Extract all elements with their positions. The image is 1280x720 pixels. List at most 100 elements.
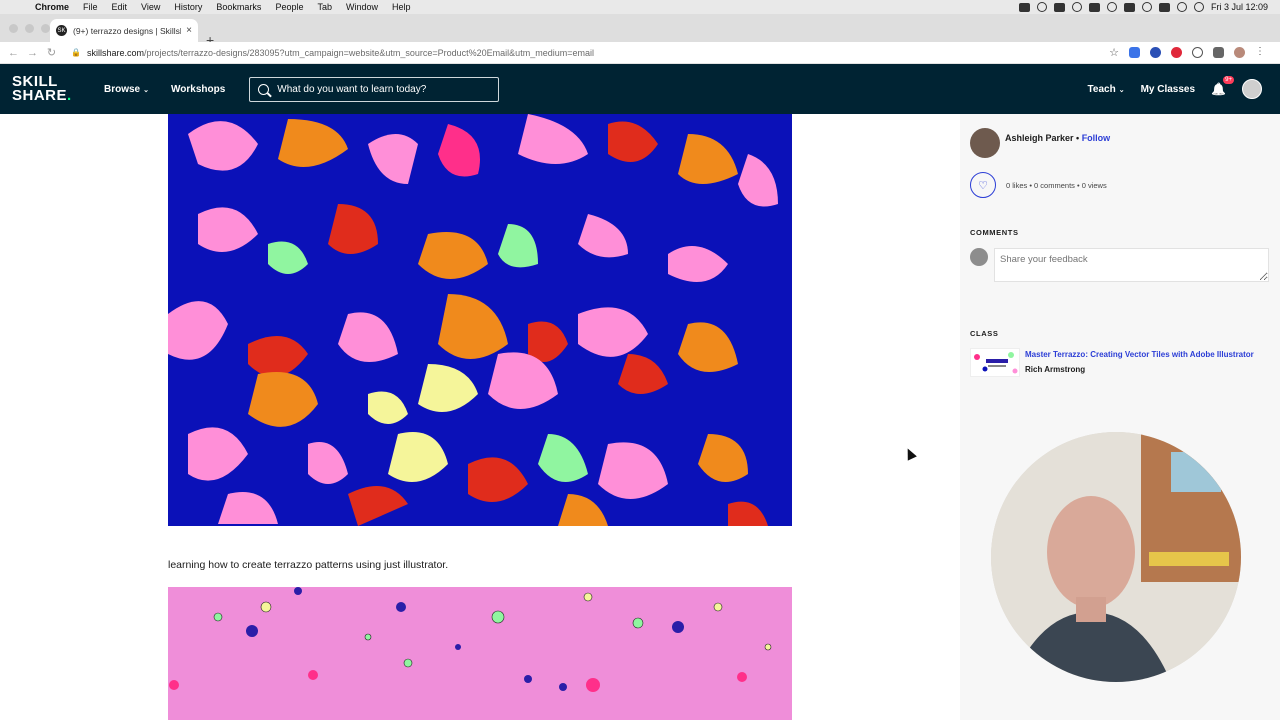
menu-people[interactable]: People xyxy=(268,2,310,12)
menu-view[interactable]: View xyxy=(134,2,167,12)
class-card[interactable]: Master Terrazzo: Creating Vector Tiles w… xyxy=(970,348,1254,377)
search-bar[interactable]: What do you want to learn today? xyxy=(249,76,500,102)
author-name[interactable]: Ashleigh Parker xyxy=(1005,133,1074,143)
address-bar: ← → ↻ 🔒 skillshare.com/projects/terrazzo… xyxy=(0,42,1280,64)
vpn-icon[interactable] xyxy=(1088,2,1100,12)
author-line: Ashleigh Parker • Follow xyxy=(1005,133,1110,143)
project-image-terrazzo-pink xyxy=(168,587,792,720)
menu-file[interactable]: File xyxy=(76,2,105,12)
mac-menu-bar: Chrome File Edit View History Bookmarks … xyxy=(0,0,1280,14)
chevron-down-icon: ⌄ xyxy=(1118,86,1125,94)
reload-button[interactable]: ↻ xyxy=(42,46,61,59)
url-path: /projects/terrazzo-designs/283095?utm_ca… xyxy=(143,47,594,58)
menu-tab[interactable]: Tab xyxy=(310,2,339,12)
terrazzo-pattern-blue xyxy=(168,114,778,526)
workshops-link[interactable]: Workshops xyxy=(171,84,225,95)
search-icon[interactable] xyxy=(1106,2,1117,12)
search-input[interactable]: What do you want to learn today? xyxy=(277,84,426,95)
menu-chrome[interactable]: Chrome xyxy=(28,2,76,12)
author-row: Ashleigh Parker • Follow xyxy=(970,128,1110,158)
terrazzo-pattern-pink xyxy=(169,587,772,692)
browse-label: Browse xyxy=(104,83,141,95)
notifications-button[interactable]: 🔔 9+ xyxy=(1211,76,1234,96)
forward-button[interactable]: → xyxy=(23,47,42,59)
active-tab[interactable]: SK (9+) terrazzo designs | Skillsh × xyxy=(50,19,198,42)
v-extension-icon[interactable] xyxy=(1150,47,1161,58)
teach-menu[interactable]: Teach ⌄ xyxy=(1088,84,1125,95)
tab-title: (9+) terrazzo designs | Skillsh xyxy=(73,25,182,36)
wifi-icon[interactable] xyxy=(1141,2,1152,12)
close-window-button[interactable] xyxy=(9,24,18,33)
menu-help[interactable]: Help xyxy=(385,2,418,12)
my-classes-link[interactable]: My Classes xyxy=(1141,84,1195,95)
search-icon xyxy=(258,83,270,95)
comment-composer xyxy=(970,248,1269,282)
dropbox-icon[interactable] xyxy=(1071,2,1082,12)
browse-menu[interactable]: Browse ⌄ xyxy=(104,84,149,95)
minimize-window-button[interactable] xyxy=(25,24,34,33)
bell-icon: 🔔 xyxy=(1211,82,1226,96)
zoom-window-button[interactable] xyxy=(41,24,50,33)
back-button[interactable]: ← xyxy=(4,47,23,59)
extension-icons: ☆ ⋮ xyxy=(1109,46,1280,60)
lock-icon[interactable]: 🔒 xyxy=(71,48,81,57)
text-icon[interactable] xyxy=(1123,2,1135,12)
bookmark-star-icon[interactable]: ☆ xyxy=(1109,46,1119,59)
pinterest-extension-icon[interactable] xyxy=(1171,47,1182,58)
chevron-down-icon: ⌄ xyxy=(143,86,149,94)
class-heading: CLASS xyxy=(970,329,999,338)
url-field[interactable]: skillshare.com/projects/terrazzo-designs… xyxy=(87,48,594,58)
header-right: Teach ⌄ My Classes 🔔 9+ xyxy=(1066,76,1280,99)
more-menu-icon[interactable]: ⋮ xyxy=(1255,47,1266,58)
user-avatar[interactable] xyxy=(1242,79,1262,99)
stats-text: 0 likes • 0 comments • 0 views xyxy=(1006,180,1107,190)
class-thumbnail-art xyxy=(974,352,1018,374)
profile-avatar-icon[interactable] xyxy=(1234,47,1245,58)
class-info: Master Terrazzo: Creating Vector Tiles w… xyxy=(1025,348,1254,377)
battery-icon[interactable] xyxy=(1158,2,1170,12)
time-machine-icon[interactable] xyxy=(1176,2,1187,12)
teach-label: Teach xyxy=(1087,83,1116,95)
display-icon[interactable] xyxy=(1018,2,1030,12)
tab-strip: SK (9+) terrazzo designs | Skillsh × + xyxy=(0,14,1280,48)
menu-window[interactable]: Window xyxy=(339,2,385,12)
author-avatar[interactable] xyxy=(970,128,1000,158)
heart-icon: ♡ xyxy=(978,179,988,192)
skillshare-logo[interactable]: SKILL SHARE. xyxy=(12,74,82,104)
webcam-overlay xyxy=(991,432,1241,682)
follow-button[interactable]: Follow xyxy=(1082,133,1111,143)
window-controls xyxy=(9,24,50,33)
menu-bookmarks[interactable]: Bookmarks xyxy=(209,2,268,12)
menu-history[interactable]: History xyxy=(167,2,209,12)
project-caption: learning how to create terrazzo patterns… xyxy=(168,559,449,571)
comment-input[interactable] xyxy=(994,248,1269,282)
url-host: skillshare.com xyxy=(86,47,144,58)
terrazzo-shapes xyxy=(168,114,778,526)
control-center-icon[interactable] xyxy=(1193,2,1204,12)
menu-edit[interactable]: Edit xyxy=(105,2,135,12)
class-author[interactable]: Rich Armstrong xyxy=(1025,365,1254,374)
class-thumbnail[interactable] xyxy=(970,348,1020,377)
skillshare-favicon-icon: SK xyxy=(56,25,67,36)
commenter-avatar xyxy=(970,248,988,266)
info-extension-icon[interactable] xyxy=(1192,47,1203,58)
clock[interactable]: Fri 3 Jul 12:09 xyxy=(1211,2,1268,12)
project-stats: ♡ 0 likes • 0 comments • 0 views xyxy=(970,172,1107,198)
author-separator: • xyxy=(1073,133,1082,143)
close-tab-icon[interactable]: × xyxy=(186,25,192,36)
project-image-terrazzo-blue xyxy=(168,114,792,526)
terrazzo-chips xyxy=(169,587,772,692)
like-button[interactable]: ♡ xyxy=(970,172,996,198)
translate-extension-icon[interactable] xyxy=(1129,47,1140,58)
mouse-cursor xyxy=(903,446,917,461)
location-icon[interactable] xyxy=(1036,2,1047,12)
skillshare-header: SKILL SHARE. Browse ⌄ Workshops What do y… xyxy=(0,64,1280,114)
puzzle-extensions-icon[interactable] xyxy=(1213,47,1224,58)
status-tray: Fri 3 Jul 12:09 xyxy=(1018,2,1280,12)
presenter-video xyxy=(991,432,1241,682)
logo-dot: . xyxy=(67,87,72,104)
camera-icon[interactable] xyxy=(1053,2,1065,12)
logo-line-2: SHARE xyxy=(12,87,68,104)
class-title-link[interactable]: Master Terrazzo: Creating Vector Tiles w… xyxy=(1025,350,1254,359)
notification-badge: 9+ xyxy=(1223,76,1234,84)
